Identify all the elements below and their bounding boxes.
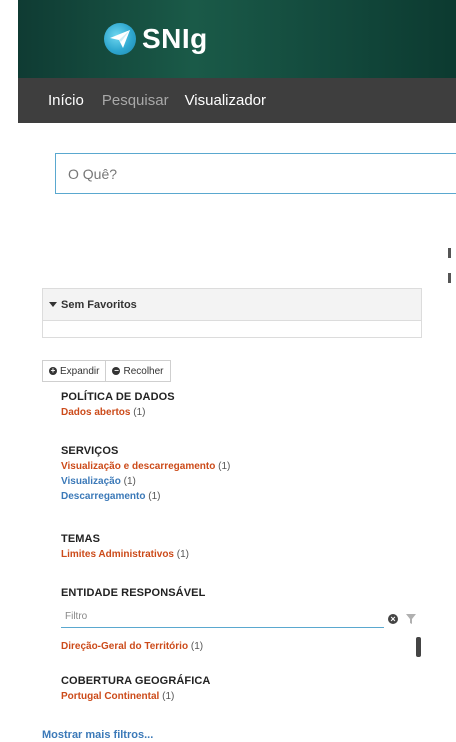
nav-item-visualizador[interactable]: Visualizador (185, 92, 266, 109)
facet-entidade: ENTIDADE RESPONSÁVEL (61, 587, 205, 599)
funnel-icon[interactable] (406, 614, 416, 624)
logo-text: SNIg (142, 23, 208, 54)
list-scrollbar[interactable] (416, 637, 421, 657)
facet-cobertura: COBERTURA GEOGRÁFICA Portugal Continenta… (61, 675, 210, 702)
search-input[interactable] (56, 154, 456, 193)
facet-item[interactable]: Visualização e descarregamento (1) (61, 461, 230, 472)
collapse-button[interactable]: − Recolher (106, 360, 171, 382)
facet-title: TEMAS (61, 533, 100, 545)
facet-item[interactable]: Portugal Continental (1) (61, 691, 210, 702)
facet-item[interactable]: Direção-Geral do Território (1) (61, 641, 203, 652)
favorites-header[interactable]: Sem Favoritos (43, 289, 421, 321)
caret-down-icon (49, 302, 57, 307)
clear-icon[interactable]: × (388, 614, 398, 624)
snig-logo[interactable]: SNIg (104, 23, 208, 55)
nav-item-inicio[interactable]: Início (48, 92, 84, 109)
facet-temas: TEMAS Limites Administrativos (1) (61, 533, 189, 560)
side-marker (448, 273, 451, 283)
expand-label: Expandir (60, 365, 100, 377)
facet-title: COBERTURA GEOGRÁFICA (61, 675, 211, 687)
nav-item-pesquisar[interactable]: Pesquisar (102, 92, 169, 109)
facet-entidade-list: Direção-Geral do Território (1) (61, 641, 203, 652)
facet-politica-dados: POLÍTICA DE DADOS Dados abertos (1) (61, 391, 175, 418)
expand-button[interactable]: + Expandir (42, 360, 107, 382)
minus-circle-icon: − (112, 366, 121, 375)
facet-item[interactable]: Descarregamento (1) (61, 491, 230, 502)
favorites-panel: Sem Favoritos (42, 288, 422, 338)
facet-title: SERVIÇOS (61, 445, 119, 457)
facet-servicos: SERVIÇOS Visualização e descarregamento … (61, 445, 230, 502)
paper-plane-icon (104, 23, 136, 55)
facet-title: POLÍTICA DE DADOS (61, 391, 175, 403)
collapse-label: Recolher (123, 365, 164, 377)
entity-filter-input[interactable] (61, 606, 384, 628)
header-banner: SNIg (18, 0, 456, 78)
search-box (55, 153, 456, 194)
facet-item[interactable]: Visualização (1) (61, 476, 230, 487)
facet-title: ENTIDADE RESPONSÁVEL (61, 587, 206, 599)
main-navbar: Início Pesquisar Visualizador (18, 78, 456, 123)
facet-item[interactable]: Dados abertos (1) (61, 407, 175, 418)
entity-filter-row: × (61, 606, 416, 630)
expand-collapse-group: + Expandir − Recolher (42, 360, 171, 382)
facet-item[interactable]: Limites Administrativos (1) (61, 549, 189, 560)
side-marker (448, 248, 451, 258)
plus-circle-icon: + (49, 366, 57, 375)
more-filters-link[interactable]: Mostrar mais filtros... (42, 729, 153, 741)
favorites-title: Sem Favoritos (61, 298, 137, 311)
